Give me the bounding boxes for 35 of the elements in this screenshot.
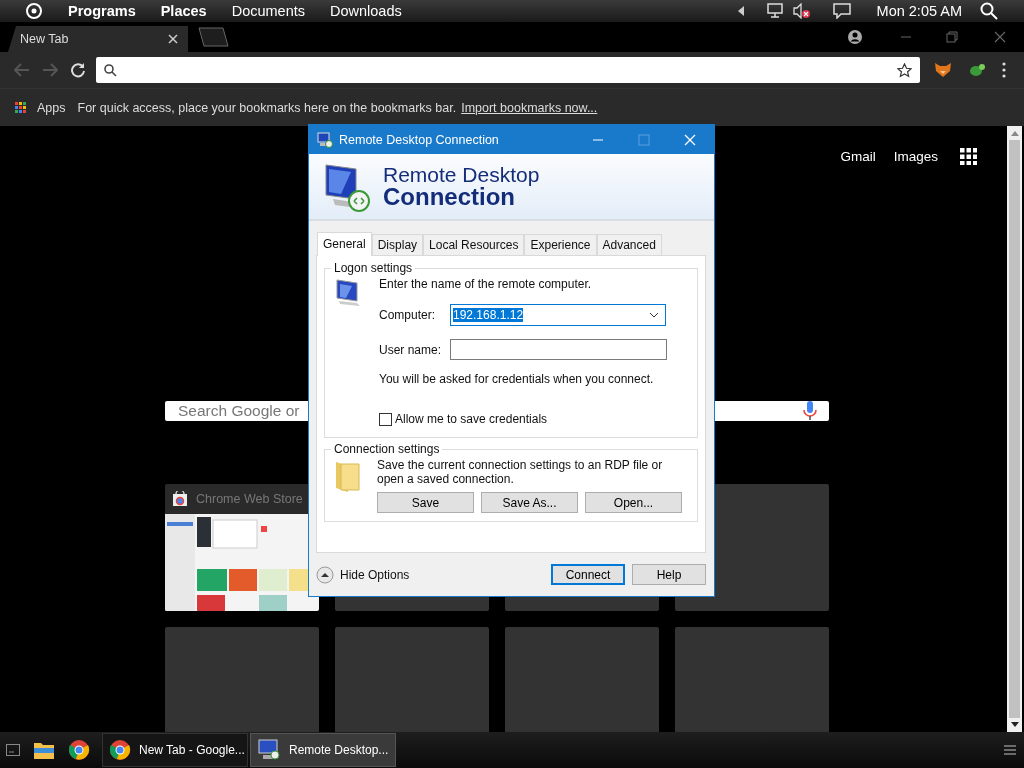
import-bookmarks-link[interactable]: Import bookmarks now... xyxy=(461,100,598,115)
computer-dropdown[interactable]: 192.168.1.12 xyxy=(450,304,666,326)
browser-tab[interactable]: New Tab xyxy=(8,26,188,52)
panel-menu[interactable]: Places xyxy=(160,3,207,19)
group-title: Connection settings xyxy=(333,442,441,456)
tab[interactable]: Advanced xyxy=(596,234,662,255)
description-text: Save the current connection settings to an RDP file or open a saved connection. xyxy=(377,458,664,486)
window-title: Remote Desktop Connection xyxy=(339,132,499,147)
dialog-button[interactable]: Save xyxy=(377,492,474,513)
header-link[interactable]: Gmail xyxy=(840,149,876,164)
bookmarks-hint: For quick access, place your bookmarks here on the bookmarks bar. xyxy=(77,100,457,115)
dialog-button[interactable]: Help xyxy=(632,564,706,585)
taskbar-window[interactable]: New Tab - Google... xyxy=(102,733,248,767)
dialog-button[interactable]: Open... xyxy=(585,492,682,513)
panel-menu[interactable]: Downloads xyxy=(330,3,402,19)
group-title: Logon settings xyxy=(333,261,414,275)
checkbox-label[interactable]: Allow me to save credentials xyxy=(395,412,548,426)
taskbar-window[interactable]: Remote Desktop... xyxy=(250,733,396,767)
tab[interactable]: Local Resources xyxy=(423,234,525,255)
note-text: You will be asked for credentials when you connect. xyxy=(379,372,655,386)
dialog-button[interactable]: Connect xyxy=(551,564,625,585)
dialog-button[interactable]: Save As... xyxy=(481,492,578,513)
panel-menu[interactable]: Programs xyxy=(68,3,136,19)
field-label: User name: xyxy=(379,342,443,357)
tab[interactable]: General xyxy=(317,232,372,256)
tab[interactable]: Experience xyxy=(524,234,597,255)
prompt-text: Enter the name of the remote computer. xyxy=(379,277,593,291)
header-link[interactable]: Images xyxy=(893,149,938,164)
field-label: Computer: xyxy=(379,308,437,322)
banner-title: Connection xyxy=(383,185,515,209)
hide-options-link[interactable]: Hide Options xyxy=(340,567,410,582)
panel-menu[interactable]: Documents xyxy=(231,3,305,19)
tab[interactable]: Display xyxy=(371,234,424,255)
apps-link[interactable]: Apps xyxy=(37,100,66,115)
clock[interactable]: Mon 2:05 AM xyxy=(876,3,962,19)
